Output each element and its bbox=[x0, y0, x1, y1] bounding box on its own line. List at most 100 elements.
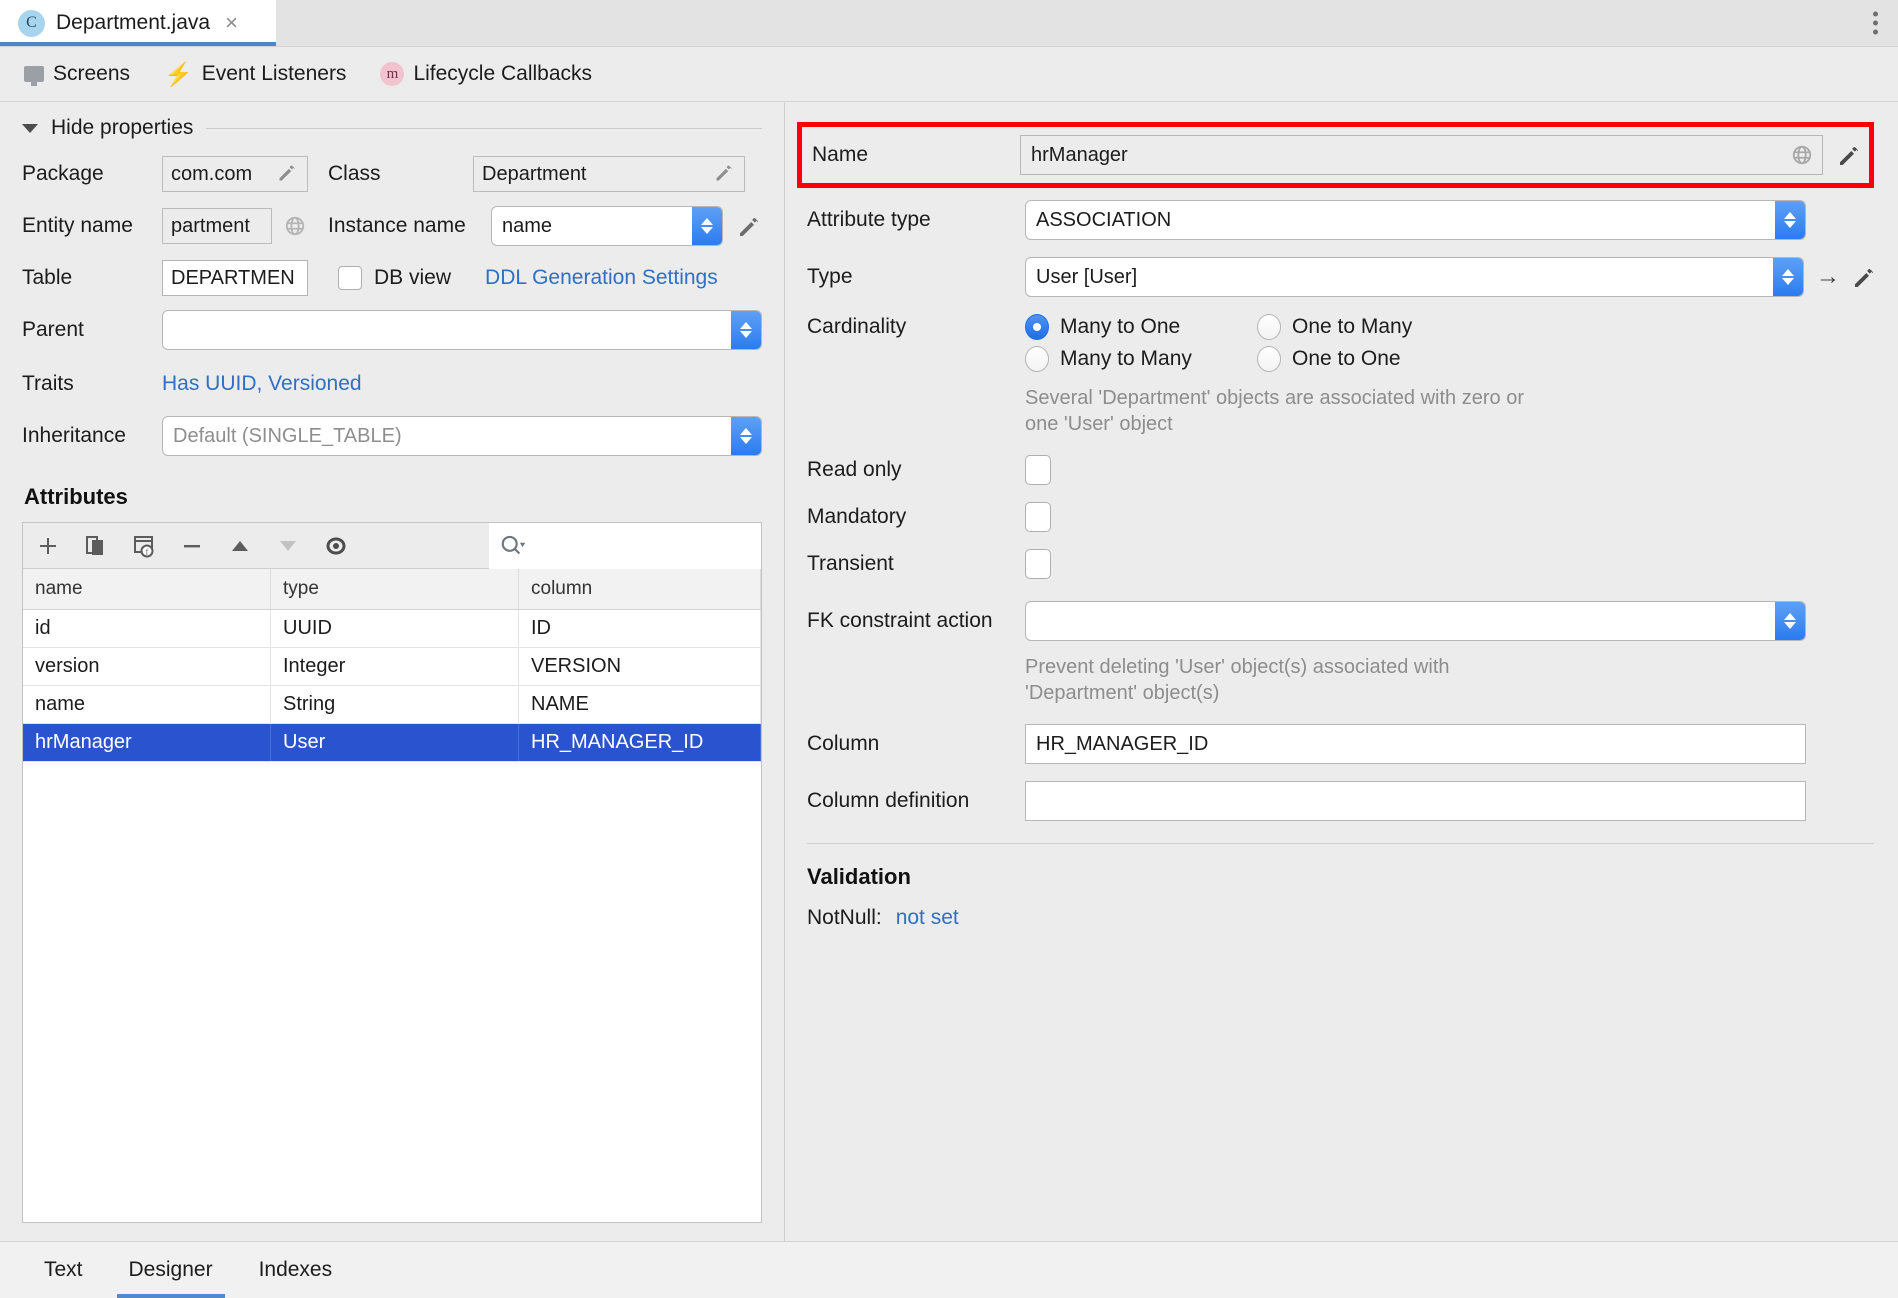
edit-pencil-icon[interactable] bbox=[277, 163, 299, 185]
parent-spinner[interactable] bbox=[731, 311, 761, 349]
radio-label: Many to One bbox=[1060, 315, 1180, 339]
cell-column: HR_MANAGER_ID bbox=[519, 724, 761, 761]
entity-properties-pane: Hide properties Package com.com Class De… bbox=[0, 102, 785, 1241]
attribute-type-value: ASSOCIATION bbox=[1026, 209, 1775, 232]
designer-body: Hide properties Package com.com Class De… bbox=[0, 102, 1898, 1241]
traits-link[interactable]: Has UUID, Versioned bbox=[162, 372, 362, 396]
edit-pencil-icon[interactable] bbox=[737, 215, 759, 237]
edit-pencil-icon[interactable] bbox=[1837, 144, 1859, 166]
radio-one-to-many[interactable]: One to Many bbox=[1257, 314, 1412, 340]
column-definition-label: Column definition bbox=[807, 789, 1025, 813]
attributes-search-input[interactable] bbox=[489, 523, 761, 569]
table-field[interactable]: DEPARTMEN bbox=[162, 260, 308, 296]
gutter-item-lifecycle-callbacks[interactable]: m Lifecycle Callbacks bbox=[380, 62, 592, 86]
edit-pencil-icon[interactable] bbox=[1852, 266, 1874, 288]
column-label: Column bbox=[807, 732, 1025, 756]
svg-text:f: f bbox=[146, 547, 149, 556]
globe-icon[interactable] bbox=[1791, 144, 1813, 166]
chevron-down-icon[interactable] bbox=[22, 124, 38, 133]
table-row[interactable]: name String NAME bbox=[23, 686, 761, 724]
attribute-type-spinner[interactable] bbox=[1775, 201, 1805, 239]
fk-constraint-action-spinner[interactable] bbox=[1775, 602, 1805, 640]
tab-indexes[interactable]: Indexes bbox=[241, 1242, 351, 1298]
class-field[interactable]: Department bbox=[473, 156, 745, 192]
inheritance-combo[interactable]: Default (SINGLE_TABLE) bbox=[162, 416, 762, 456]
editor-tab-department-java[interactable]: C Department.java × bbox=[0, 0, 276, 46]
radio-many-to-one[interactable]: Many to One bbox=[1025, 314, 1257, 340]
radio-label: One to Many bbox=[1292, 315, 1412, 339]
attribute-type-combo[interactable]: ASSOCIATION bbox=[1025, 200, 1806, 240]
gutter-item-screens[interactable]: Screens bbox=[24, 62, 130, 86]
column-header-type[interactable]: type bbox=[271, 569, 519, 609]
name-value: hrManager bbox=[1031, 144, 1128, 167]
column-header-name[interactable]: name bbox=[23, 569, 271, 609]
instance-name-spinner[interactable] bbox=[692, 207, 722, 245]
cell-type: Integer bbox=[271, 648, 519, 685]
parent-combo[interactable] bbox=[162, 310, 762, 350]
add-composition-button[interactable]: f bbox=[131, 533, 157, 559]
move-down-button[interactable] bbox=[275, 533, 301, 559]
more-options-icon[interactable] bbox=[1867, 6, 1884, 41]
attributes-grid-empty-area bbox=[23, 762, 761, 1222]
row-fk-hint: Prevent deleting 'User' object(s) associ… bbox=[807, 655, 1874, 706]
tab-designer[interactable]: Designer bbox=[111, 1242, 231, 1298]
instance-name-combo[interactable]: name bbox=[491, 206, 723, 246]
radio-label: One to One bbox=[1292, 347, 1401, 371]
ddl-generation-settings-link[interactable]: DDL Generation Settings bbox=[451, 266, 718, 290]
editor-mode-tabs: Text Designer Indexes bbox=[0, 1241, 1898, 1298]
package-label: Package bbox=[22, 162, 162, 186]
tab-indexes-label: Indexes bbox=[259, 1258, 333, 1282]
hide-properties-label[interactable]: Hide properties bbox=[51, 116, 193, 140]
globe-icon[interactable] bbox=[284, 215, 306, 237]
db-view-checkbox[interactable] bbox=[338, 266, 362, 290]
gutter-label-screens: Screens bbox=[53, 62, 130, 86]
kebab-dot bbox=[1873, 21, 1878, 26]
screen-icon bbox=[24, 66, 44, 82]
move-up-button[interactable] bbox=[227, 533, 253, 559]
package-field[interactable]: com.com bbox=[162, 156, 308, 192]
type-combo[interactable]: User [User] bbox=[1025, 257, 1804, 297]
type-spinner[interactable] bbox=[1773, 258, 1803, 296]
gutter-item-event-listeners[interactable]: ⚡ Event Listeners bbox=[164, 62, 346, 86]
attributes-grid: name type column id UUID ID version Inte… bbox=[23, 569, 761, 1222]
radio-many-to-many[interactable]: Many to Many bbox=[1025, 346, 1257, 372]
mandatory-checkbox[interactable] bbox=[1025, 502, 1051, 532]
preview-eye-icon[interactable] bbox=[323, 533, 349, 559]
read-only-checkbox[interactable] bbox=[1025, 455, 1051, 485]
navigate-to-type-icon[interactable]: → bbox=[1816, 263, 1840, 291]
fk-constraint-action-combo[interactable] bbox=[1025, 601, 1806, 641]
inheritance-spinner[interactable] bbox=[731, 417, 761, 455]
cardinality-label: Cardinality bbox=[807, 315, 1025, 339]
column-input[interactable]: HR_MANAGER_ID bbox=[1025, 724, 1806, 764]
row-column-definition: Column definition bbox=[807, 781, 1874, 821]
remove-attribute-button[interactable] bbox=[179, 533, 205, 559]
cell-column: ID bbox=[519, 610, 761, 647]
fk-constraint-hint-text: Prevent deleting 'User' object(s) associ… bbox=[1025, 655, 1545, 706]
mandatory-label: Mandatory bbox=[807, 505, 1025, 529]
type-value: User [User] bbox=[1026, 266, 1773, 289]
attributes-heading: Attributes bbox=[24, 484, 762, 510]
edit-pencil-icon[interactable] bbox=[714, 163, 736, 185]
name-input[interactable]: hrManager bbox=[1020, 135, 1823, 175]
row-notnull: NotNull: not set bbox=[807, 906, 1874, 930]
tab-text[interactable]: Text bbox=[26, 1242, 101, 1298]
add-attribute-button[interactable] bbox=[35, 533, 61, 559]
column-definition-input[interactable] bbox=[1025, 781, 1806, 821]
transient-checkbox[interactable] bbox=[1025, 549, 1051, 579]
column-header-column[interactable]: column bbox=[519, 569, 761, 609]
table-row[interactable]: version Integer VERSION bbox=[23, 648, 761, 686]
radio-one-to-one[interactable]: One to One bbox=[1257, 346, 1401, 372]
cell-name: name bbox=[23, 686, 271, 723]
instance-name-value: name bbox=[492, 215, 692, 238]
entity-name-field[interactable]: partment bbox=[162, 208, 272, 244]
kebab-dot bbox=[1873, 12, 1878, 17]
table-row-selected[interactable]: hrManager User HR_MANAGER_ID bbox=[23, 724, 761, 762]
cell-name: id bbox=[23, 610, 271, 647]
designer-gutter-toolbar: Screens ⚡ Event Listeners m Lifecycle Ca… bbox=[0, 47, 1898, 102]
duplicate-attribute-button[interactable] bbox=[83, 533, 109, 559]
row-entity-instance-name: Entity name partment Instance name name bbox=[22, 206, 762, 246]
kebab-dot bbox=[1873, 30, 1878, 35]
table-row[interactable]: id UUID ID bbox=[23, 610, 761, 648]
notnull-value-link[interactable]: not set bbox=[896, 906, 959, 930]
close-icon[interactable]: × bbox=[221, 10, 242, 36]
